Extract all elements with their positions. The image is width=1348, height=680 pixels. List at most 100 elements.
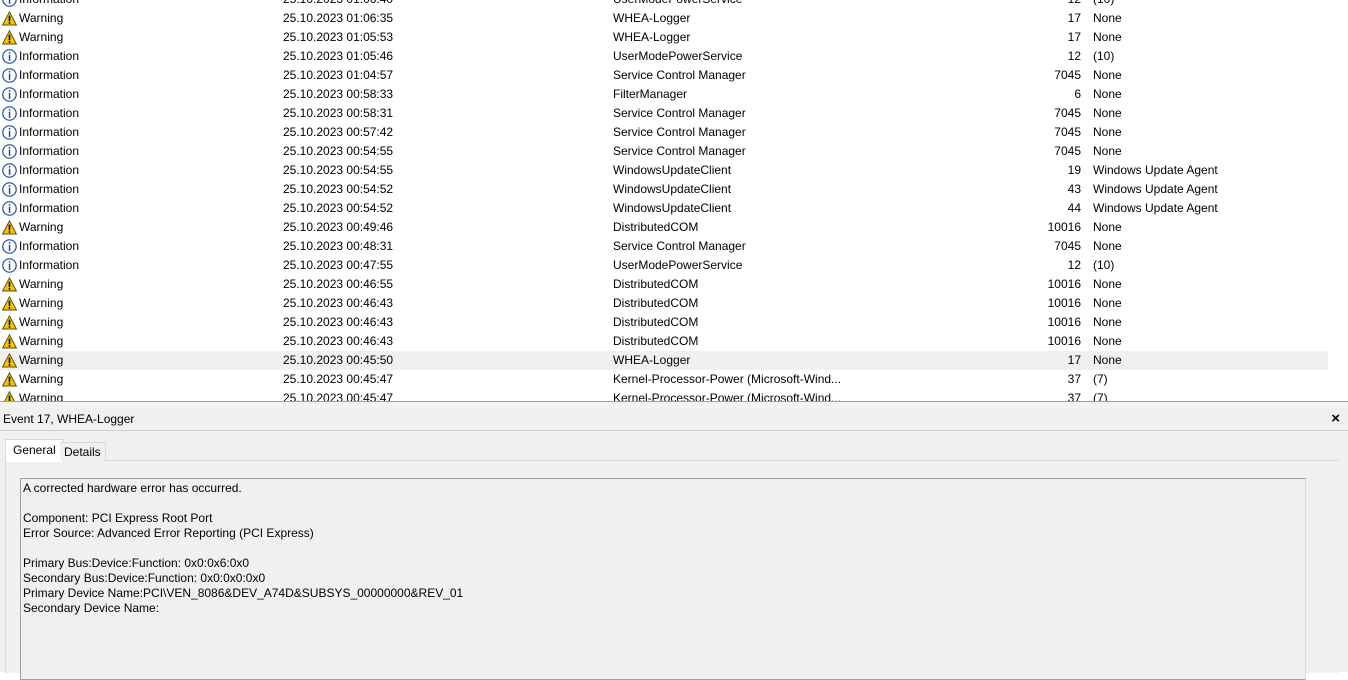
source-cell: DistributedCOM (613, 334, 699, 348)
information-icon (2, 125, 17, 140)
description-line: Component: PCI Express Root Port (23, 511, 213, 525)
tab-general[interactable]: General (5, 439, 64, 462)
description-line: Secondary Bus:Device:Function: 0x0:0x0:0… (23, 571, 266, 585)
table-row[interactable]: Warning 25.10.2023 01:06:35 WHEA-Logger 17 N… (0, 9, 1328, 28)
warning-icon (2, 390, 17, 401)
task-category-cell: (10) (1093, 258, 1115, 272)
warning-icon (1, 29, 18, 45)
date-cell: 25.10.2023 00:58:33 (283, 87, 394, 101)
event-id-cell: 10016 (1047, 296, 1081, 310)
date-cell: 25.10.2023 00:54:55 (283, 163, 394, 177)
table-row[interactable]: Warning 25.10.2023 00:46:55 DistributedCOM… (0, 275, 1328, 294)
event-id-cell: 43 (1067, 182, 1081, 196)
event-id-cell: 7045 (1054, 68, 1081, 82)
level-text: Information (19, 144, 80, 158)
table-row[interactable]: Information 25.10.2023 01:06:40 UserModePo… (0, 0, 1328, 9)
event-id-cell: 10016 (1047, 220, 1081, 234)
level-cell: Information (0, 256, 270, 275)
event-id-cell: 10016 (1047, 315, 1081, 329)
table-row[interactable]: Warning 25.10.2023 01:05:53 WHEA-Logger 17 N… (0, 28, 1328, 47)
event-id-cell: 7045 (1054, 239, 1081, 253)
level-cell: Information (0, 47, 270, 66)
date-cell: 25.10.2023 00:45:50 (283, 353, 394, 367)
level-cell: Warning (0, 218, 270, 237)
event-id-cell: 6 (1074, 87, 1081, 101)
table-row[interactable]: Information 25.10.2023 00:54:52 WindowsUpd… (0, 180, 1328, 199)
table-row[interactable]: Warning 25.10.2023 00:46:43 DistributedCOM… (0, 332, 1328, 351)
level-cell: Warning (0, 275, 270, 294)
task-category-cell: None (1093, 144, 1122, 158)
date-cell: 25.10.2023 00:46:43 (283, 296, 394, 310)
close-icon[interactable]: × (1331, 410, 1340, 427)
event-id-cell: 17 (1067, 11, 1081, 25)
level-cell: Information (0, 199, 270, 218)
event-description-box[interactable]: A corrected hardware error has occurred.… (20, 478, 1306, 680)
source-cell: Kernel-Processor-Power (Microsoft-Wind..… (613, 391, 842, 401)
table-row[interactable]: Warning 25.10.2023 00:45:47 Kernel-Process… (0, 370, 1328, 389)
description-line: Secondary Device Name: (23, 601, 160, 615)
task-category-cell: None (1093, 125, 1122, 139)
tab-details[interactable]: Details (60, 442, 106, 461)
date-cell: 25.10.2023 00:54:52 (283, 182, 394, 196)
level-text: Warning (19, 353, 64, 367)
table-row[interactable]: Warning 25.10.2023 00:46:43 DistributedCOM… (0, 313, 1328, 332)
task-category-cell: None (1093, 87, 1122, 101)
description-line: Primary Bus:Device:Function: 0x0:0x6:0x0 (23, 556, 250, 570)
table-row[interactable]: Information 25.10.2023 00:57:42 Service Co… (0, 123, 1328, 142)
level-text: Information (19, 182, 80, 196)
table-row[interactable]: Warning 25.10.2023 00:45:50 WHEA-Logger 17 N… (0, 351, 1328, 370)
level-cell: Information (0, 161, 270, 180)
information-icon (2, 87, 17, 102)
information-icon (2, 68, 17, 83)
table-row[interactable]: Information 25.10.2023 00:54:55 WindowsUpd… (0, 161, 1328, 180)
table-row[interactable]: Information 25.10.2023 00:58:31 Service Co… (0, 104, 1328, 123)
table-row[interactable]: Information 25.10.2023 01:04:57 Service Co… (0, 66, 1328, 85)
information-icon (2, 182, 17, 197)
event-id-cell: 12 (960, 0, 1081, 9)
table-row[interactable]: Information 25.10.2023 00:54:55 Service Co… (0, 142, 1328, 161)
level-cell: Warning (0, 332, 270, 351)
source-cell: Service Control Manager (613, 239, 746, 253)
date-cell: 25.10.2023 01:05:46 (283, 49, 394, 63)
task-category-cell: None (1093, 277, 1122, 291)
table-row[interactable]: Information 25.10.2023 00:58:33 FilterMana… (0, 85, 1328, 104)
information-icon (2, 239, 17, 254)
level-cell: Warning (0, 370, 270, 389)
level-text: Warning (19, 11, 64, 25)
table-row[interactable]: Warning 25.10.2023 00:46:43 DistributedCOM… (0, 294, 1328, 313)
task-category-cell: Windows Update Agent (1093, 163, 1218, 177)
level-text: Information (19, 258, 80, 272)
task-category-cell: (10) (1093, 49, 1115, 63)
warning-icon (1, 352, 18, 368)
level-text: Warning (19, 334, 64, 348)
level-cell: Warning (0, 9, 270, 28)
level-cell: Warning (0, 313, 270, 332)
date-cell: 25.10.2023 00:57:42 (283, 125, 394, 139)
source-cell: WindowsUpdateClient (613, 201, 732, 215)
source-cell: DistributedCOM (613, 296, 699, 310)
detail-header: Event 17, WHEA-Logger × (0, 408, 1348, 431)
warning-icon (1, 276, 18, 292)
event-id-cell: 7045 (1054, 106, 1081, 120)
table-row[interactable]: Information 25.10.2023 01:05:46 UserModePo… (0, 47, 1328, 66)
warning-icon (1, 219, 18, 235)
event-list-scrollbar[interactable] (1330, 0, 1348, 401)
warning-icon (1, 371, 18, 387)
table-row[interactable]: Information 25.10.2023 00:48:31 Service Co… (0, 237, 1328, 256)
date-cell: 25.10.2023 00:45:47 (283, 391, 394, 401)
level-text: Information (19, 0, 79, 9)
table-row[interactable]: Warning 25.10.2023 00:49:46 DistributedCOM… (0, 218, 1328, 237)
date-cell: 25.10.2023 01:04:57 (283, 68, 394, 82)
table-row[interactable]: Warning 25.10.2023 00:45:47 Kernel-Process… (0, 389, 1328, 401)
level-cell: Information (0, 123, 270, 142)
table-row[interactable]: Information 25.10.2023 00:54:52 WindowsUpd… (0, 199, 1328, 218)
source-cell: WHEA-Logger (613, 353, 691, 367)
table-row[interactable]: Information 25.10.2023 00:47:55 UserModePo… (0, 256, 1328, 275)
event-id-cell: 19 (1067, 163, 1081, 177)
task-category-cell: None (1093, 296, 1122, 310)
date-cell: 25.10.2023 01:06:40 (283, 0, 603, 9)
event-id-cell: 17 (1067, 353, 1081, 367)
task-category-cell: (7) (1093, 372, 1108, 386)
event-list[interactable]: Information 25.10.2023 01:06:40 UserModePo… (0, 0, 1348, 401)
source-cell: UserModePowerService (613, 49, 743, 63)
